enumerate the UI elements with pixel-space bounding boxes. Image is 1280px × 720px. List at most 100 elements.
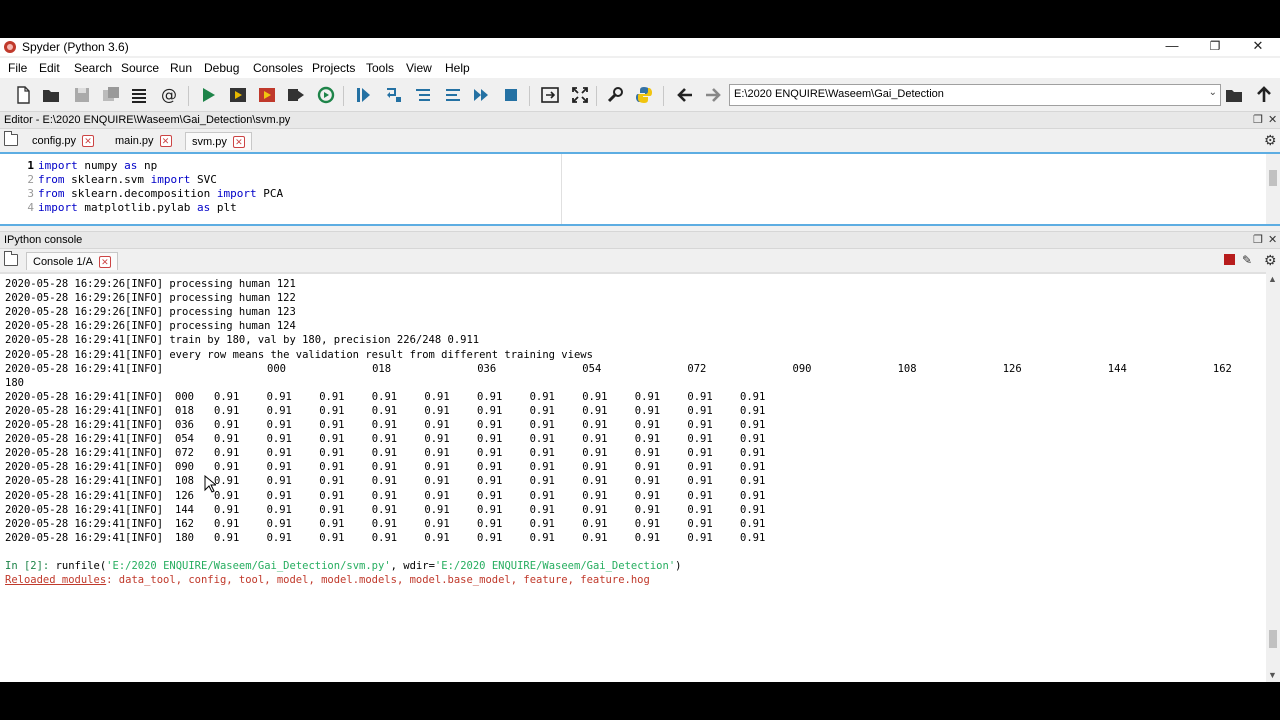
close-tab-icon[interactable]: ✕ (98, 256, 111, 269)
console-scrollbar[interactable]: ▲ ▼ (1266, 274, 1280, 682)
tab-config-py[interactable]: config.py ✕ (26, 132, 100, 150)
restore-button[interactable]: ❐ (1195, 38, 1235, 56)
accuracy-cell: 0.91 (371, 390, 398, 403)
menu-consoles[interactable]: Consoles (253, 61, 303, 75)
open-folder-icon[interactable] (39, 83, 63, 107)
maximize-pane-icon[interactable] (538, 83, 562, 107)
step-return-icon[interactable] (441, 83, 465, 107)
editor-scrollbar[interactable] (1266, 154, 1280, 224)
code-editor[interactable]: 1 import numpy as np 2 from sklearn.svm im… (0, 152, 1280, 226)
scroll-up-icon[interactable]: ▲ (1268, 274, 1277, 284)
view-header: 180 (5, 376, 24, 389)
gear-icon[interactable]: ⚙ (1264, 132, 1277, 149)
at-sign-icon[interactable]: @ (157, 83, 181, 107)
parent-directory-icon[interactable] (1252, 83, 1276, 107)
scrollbar-thumb[interactable] (1269, 170, 1277, 186)
code-token: SVC (190, 173, 217, 186)
stop-kernel-icon[interactable] (1224, 254, 1235, 265)
code-token: matplotlib.pylab (77, 201, 197, 214)
accuracy-cell: 0.91 (582, 531, 608, 544)
back-arrow-icon[interactable] (673, 83, 697, 107)
code-line: 3 from sklearn.decomposition import PCA (0, 187, 283, 201)
menu-source[interactable]: Source (121, 61, 159, 75)
tab-console-1a[interactable]: Console 1/A ✕ (26, 252, 118, 270)
code-token: np (137, 159, 158, 172)
ipython-console[interactable]: 2020-05-28 16:29:26[INFO] processing hum… (0, 272, 1266, 682)
step-icon[interactable] (382, 83, 406, 107)
debug-icon[interactable] (351, 83, 375, 107)
eraser-icon[interactable]: ✎ (1242, 253, 1252, 267)
save-all-icon[interactable] (99, 83, 123, 107)
close-tab-icon[interactable]: ✕ (159, 135, 172, 148)
scroll-down-icon[interactable]: ▼ (1268, 670, 1277, 680)
accuracy-cell: 0.91 (371, 475, 398, 488)
accuracy-cell: 0.91 (687, 531, 713, 544)
reloaded-modules-link[interactable]: Reloaded modules (5, 574, 106, 586)
log-prefix: 2020-05-28 16:29:41[INFO] (5, 475, 164, 488)
scrollbar-thumb[interactable] (1269, 630, 1277, 648)
accuracy-cell: 0.91 (266, 503, 292, 516)
minimize-button[interactable]: — (1152, 38, 1192, 56)
browse-folder-icon[interactable] (1222, 83, 1246, 107)
accuracy-cell: 0.91 (687, 390, 713, 403)
menu-help[interactable]: Help (445, 61, 470, 75)
accuracy-cell: 0.91 (634, 503, 661, 516)
save-icon[interactable] (70, 83, 94, 107)
accuracy-cell: 0.91 (634, 517, 661, 530)
working-directory-input[interactable]: E:\2020 ENQUIRE\Waseem\Gai_Detection ⌄ (729, 84, 1221, 106)
list-icon[interactable] (127, 83, 151, 107)
menu-run[interactable]: Run (170, 61, 192, 75)
fullscreen-icon[interactable] (568, 83, 592, 107)
wrench-icon[interactable] (603, 83, 627, 107)
menu-projects[interactable]: Projects (312, 61, 355, 75)
tab-main-py[interactable]: main.py ✕ (109, 132, 178, 150)
menu-debug[interactable]: Debug (204, 61, 239, 75)
forward-arrow-icon[interactable] (701, 83, 725, 107)
chevron-down-icon[interactable]: ⌄ (1209, 87, 1217, 98)
close-button[interactable]: ✕ (1238, 38, 1278, 56)
tab-svm-py[interactable]: svm.py ✕ (185, 132, 252, 150)
command-text: , wdir= (390, 560, 435, 572)
menu-tools[interactable]: Tools (366, 61, 394, 75)
menu-search[interactable]: Search (74, 61, 112, 75)
spyder-window: Spyder (Python 3.6) — ❐ ✕ File Edit Sear… (0, 38, 1280, 682)
menu-file[interactable]: File (8, 61, 27, 75)
undock-icon[interactable]: ❐ (1253, 113, 1263, 126)
menu-view[interactable]: View (406, 61, 432, 75)
close-tab-icon[interactable]: ✕ (82, 135, 95, 148)
gear-icon[interactable]: ⚙ (1264, 252, 1277, 269)
command-string: 'E:/2020 ENQUIRE/Waseem/Gai_Detection/sv… (106, 560, 391, 572)
close-pane-icon[interactable]: ✕ (1268, 113, 1277, 126)
accuracy-cell: 0.91 (319, 433, 345, 446)
run-cell-advance-icon[interactable] (255, 83, 279, 107)
run-cell-icon[interactable] (226, 83, 250, 107)
close-pane-icon[interactable]: ✕ (1268, 233, 1277, 246)
accuracy-cell: 0.91 (266, 404, 292, 417)
code-token: sklearn.svm (64, 173, 151, 186)
browse-tabs-icon[interactable] (4, 251, 18, 266)
browse-tabs-icon[interactable] (4, 131, 18, 146)
accuracy-cell: 0.91 (740, 419, 766, 431)
stop-debug-icon[interactable] (499, 83, 523, 107)
run-icon[interactable] (196, 83, 220, 107)
python-path-icon[interactable] (632, 83, 656, 107)
step-into-icon[interactable] (411, 83, 435, 107)
rerun-icon[interactable] (314, 83, 338, 107)
run-selection-icon[interactable] (284, 83, 308, 107)
accuracy-cell: 0.91 (319, 503, 345, 516)
accuracy-cell: 0.91 (582, 461, 608, 474)
continue-icon[interactable] (469, 83, 493, 107)
accuracy-cell: 0.91 (740, 447, 766, 460)
accuracy-cell: 0.91 (740, 475, 766, 488)
table-row: 2020-05-28 16:29:41[INFO] (5, 432, 163, 446)
undock-icon[interactable]: ❐ (1253, 233, 1263, 246)
accuracy-cell: 0.91 (477, 404, 503, 417)
accuracy-cell: 0.91 (687, 475, 713, 488)
code-line: 4 import matplotlib.pylab as plt (0, 201, 236, 215)
new-file-icon[interactable] (11, 83, 35, 107)
accuracy-cell: 0.91 (319, 419, 345, 431)
accuracy-cell: 0.91 (582, 433, 608, 446)
menu-edit[interactable]: Edit (39, 61, 60, 75)
close-tab-icon[interactable]: ✕ (232, 136, 245, 149)
accuracy-cell: 0.91 (687, 503, 713, 516)
